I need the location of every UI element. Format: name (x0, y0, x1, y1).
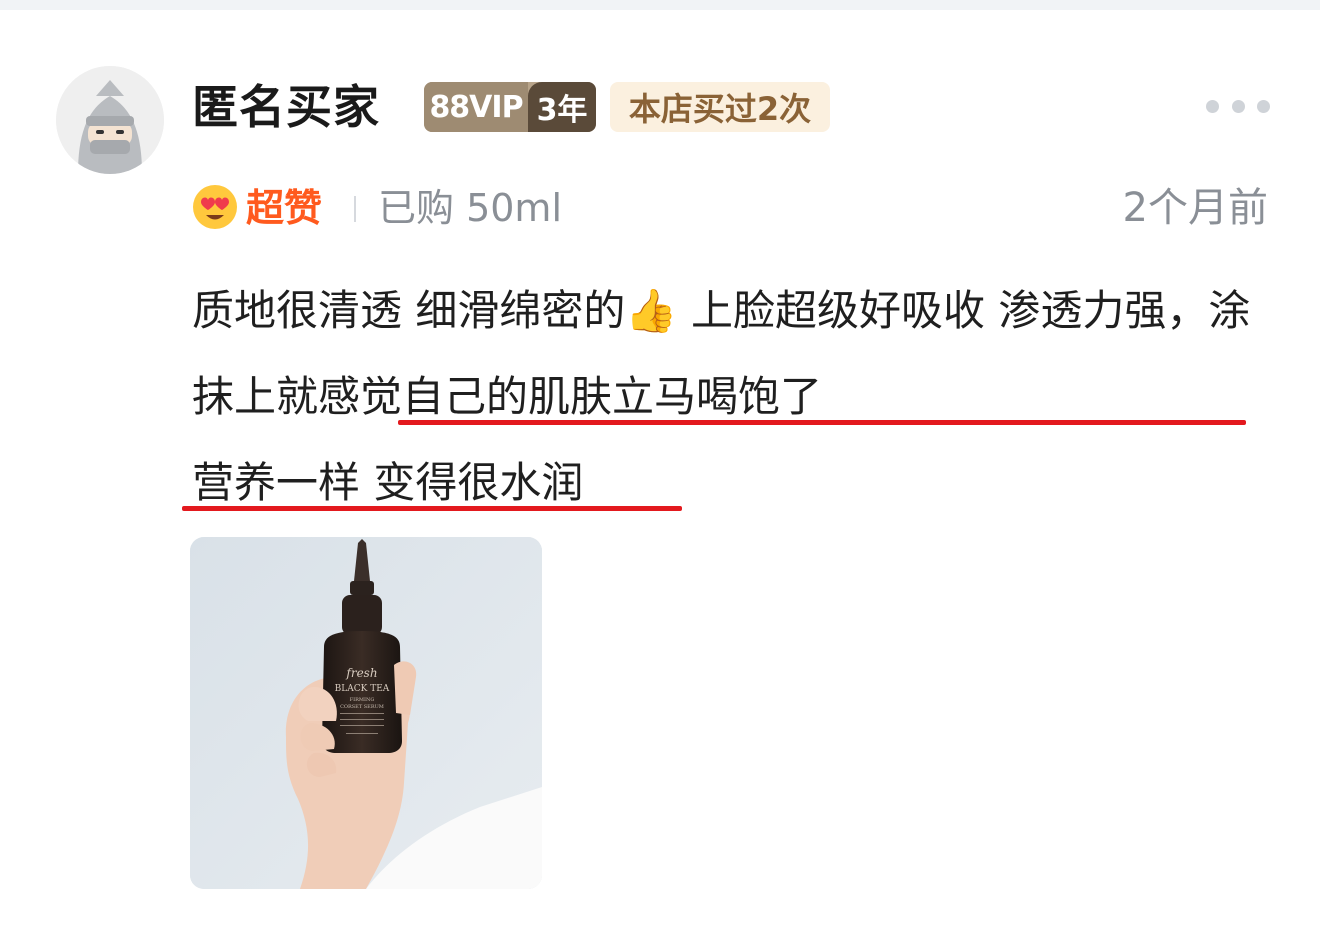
review-photo[interactable]: fresh BLACK TEA FIRMING CORSET SERUM (190, 537, 542, 889)
avatar[interactable] (56, 66, 164, 174)
review-text: 质地很清透 细滑绵密的👍 上脸超级好吸收 渗透力强，涂抹上就感觉自己的肌肤立马喝… (192, 268, 1272, 526)
review-text-highlight-2: 营养一样 变得很水润 (192, 458, 584, 507)
review-time: 2个月前 (1122, 185, 1268, 231)
product-line-3: CORSET SERUM (340, 704, 384, 710)
product-brand: fresh (345, 666, 377, 680)
rating-label: 超赞 (246, 186, 323, 230)
more-dot (1206, 99, 1219, 113)
vip-years: 3年 (528, 82, 596, 132)
review-text-part2: 上脸超级好吸收 渗透力强， (677, 286, 1209, 335)
vip-label: 88VIP (424, 82, 528, 132)
product-line-2: FIRMING (350, 697, 375, 703)
username[interactable]: 匿名买家 (192, 78, 380, 136)
divider (354, 196, 356, 222)
vip-badge: 88VIP 3年 (424, 82, 596, 132)
thumbs-up-emoji-icon: 👍 (625, 286, 678, 335)
more-dot (1231, 99, 1245, 113)
product-line-1: BLACK TEA (335, 684, 390, 694)
review-text-part1: 质地很清透 细滑绵密的 (192, 286, 626, 335)
purchase-count-badge: 本店买过2次 (610, 82, 830, 132)
highlight-underline (182, 506, 682, 511)
purchased-spec: 已购 50ml (378, 186, 563, 230)
top-separator (0, 0, 1320, 10)
anonymous-ninja-avatar-icon (56, 66, 164, 174)
highlight-underline (398, 420, 1246, 425)
heart-eyes-emoji-icon (192, 184, 238, 230)
more-dot (1257, 99, 1270, 113)
product-photo-image: fresh BLACK TEA FIRMING CORSET SERUM (190, 537, 542, 889)
more-dots-icon[interactable] (1206, 98, 1270, 114)
